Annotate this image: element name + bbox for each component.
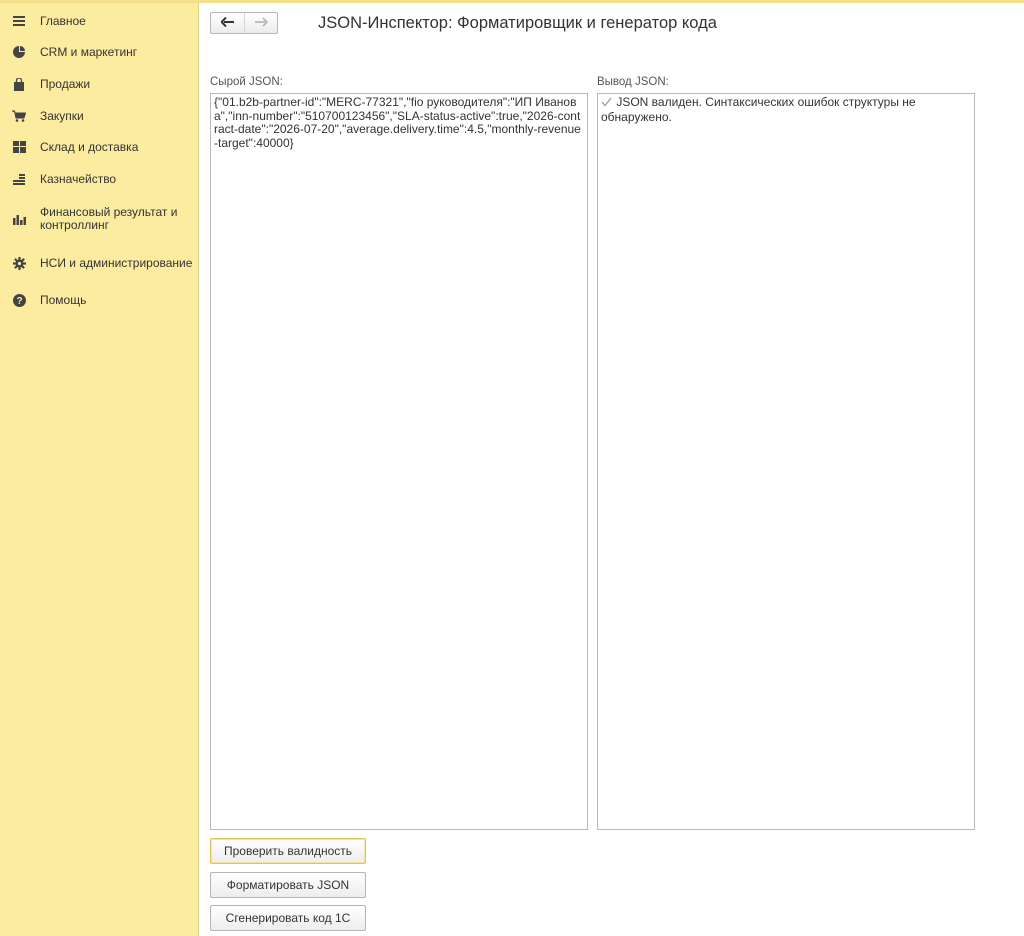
sidebar-item-main[interactable]: Главное [0,13,199,29]
forward-button[interactable] [244,13,277,33]
sidebar-item-label: Финансовый результат и контроллинг [40,205,178,232]
sidebar: Главное CRM и маркетинг Продажи Закупки … [0,3,199,936]
sidebar-item-label: CRM и маркетинг [40,44,138,59]
gear-icon [12,256,26,270]
format-json-button[interactable]: Форматировать JSON [210,872,366,898]
sidebar-item-sales[interactable]: Продажи [0,76,199,92]
sidebar-item-crm[interactable]: CRM и маркетинг [0,44,199,60]
output-json-text: JSON валиден. Синтаксических ошибок стру… [601,95,919,124]
sidebar-item-label: Закупки [40,108,84,123]
validate-button[interactable]: Проверить валидность [210,838,366,864]
pie-chart-icon [12,45,26,59]
sidebar-item-label: Казначейство [40,171,117,186]
question-icon: ? [12,293,26,307]
sidebar-item-label: Склад и доставка [40,139,139,154]
sidebar-item-label: Продажи [40,76,91,91]
sidebar-item-label: Помощь [40,292,87,307]
sidebar-item-purchases[interactable]: Закупки [0,108,199,124]
arrow-left-icon [219,16,235,30]
sidebar-item-treasury[interactable]: Казначейство [0,171,199,187]
sidebar-item-warehouse[interactable]: Склад и доставка [0,139,199,155]
output-json-area[interactable]: JSON валиден. Синтаксических ошибок стру… [597,93,975,830]
output-json-label: Вывод JSON: [597,76,669,88]
coins-icon [12,172,26,186]
generate-code-button[interactable]: Сгенерировать код 1С [210,905,366,931]
shopping-bag-icon [12,77,26,91]
checkmark-icon [601,97,613,111]
back-button[interactable] [211,13,244,33]
sidebar-item-finance[interactable]: Финансовый результат и контроллинг [0,205,199,233]
history-nav [210,12,278,34]
page-title: JSON-Инспектор: Форматировщик и генерато… [318,14,717,32]
sidebar-item-label: НСИ и администрирование [40,255,193,270]
sidebar-item-label: Главное [40,13,86,28]
bar-chart-icon [12,212,26,226]
warehouse-grid-icon [12,140,26,154]
shopping-cart-icon [12,109,26,123]
sidebar-item-help[interactable]: ? Помощь [0,292,199,308]
svg-text:?: ? [16,296,22,307]
raw-json-label: Сырой JSON: [210,76,283,88]
sidebar-item-admin[interactable]: НСИ и администрирование [0,249,199,277]
raw-json-input[interactable]: {"01.b2b-partner-id":"MERC-77321","fio р… [210,93,588,830]
hamburger-icon [12,14,26,28]
arrow-right-icon [254,16,269,30]
